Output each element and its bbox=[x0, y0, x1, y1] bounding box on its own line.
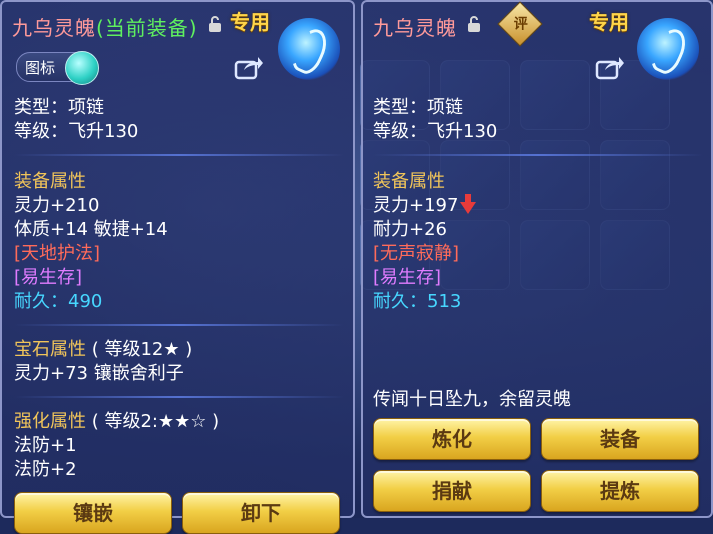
durability: 耐久：490 bbox=[14, 291, 103, 312]
equip-attr-header: 装备属性 bbox=[373, 171, 445, 192]
item-name: 九乌灵魄 bbox=[373, 16, 457, 40]
gem-attr-row: 宝石属性 ( 等级12★ ) bbox=[14, 338, 192, 362]
inlay-button[interactable]: 镶嵌 bbox=[14, 492, 172, 534]
divider bbox=[14, 154, 344, 156]
special-label: 专用 bbox=[230, 10, 270, 34]
share-icon[interactable] bbox=[234, 54, 264, 80]
icon-toggle[interactable]: 图标 bbox=[16, 51, 99, 85]
item-title: 九乌灵魄 bbox=[373, 12, 457, 41]
special-label: 专用 bbox=[589, 10, 629, 34]
gem-line: 灵力+73 镶嵌舍利子 bbox=[14, 363, 184, 384]
unequip-button[interactable]: 卸下 bbox=[182, 492, 340, 534]
divider bbox=[14, 396, 344, 398]
unlock-icon bbox=[209, 16, 221, 32]
equipped-tag: (当前装备) bbox=[96, 16, 198, 40]
equipped-item-tooltip: 九乌灵魄(当前装备) 专用 图标 类型：项链 等级：飞升130 装备属性 灵力+… bbox=[0, 0, 355, 534]
extract-button[interactable]: 提炼 bbox=[541, 470, 699, 512]
special-skill: [易生存] bbox=[373, 267, 442, 288]
special-effect: [无声寂静] bbox=[373, 243, 460, 264]
enhance-header: 强化属性 bbox=[14, 411, 86, 432]
enhance-level: ( 等级2:★★☆ ) bbox=[91, 411, 220, 432]
item-type: 类型：项链 bbox=[373, 97, 463, 118]
special-skill: [易生存] bbox=[14, 267, 83, 288]
unlock-icon bbox=[468, 16, 480, 32]
item-level: 等级：飞升130 bbox=[373, 121, 498, 142]
refine-button[interactable]: 炼化 bbox=[373, 418, 531, 460]
decrease-arrow-icon bbox=[460, 194, 477, 214]
gem-header: 宝石属性 bbox=[14, 339, 86, 360]
stat-spirit-row: 灵力+197 bbox=[373, 194, 477, 218]
divider bbox=[373, 154, 703, 156]
equip-button[interactable]: 装备 bbox=[541, 418, 699, 460]
stat-con-agi: 体质+14 敏捷+14 bbox=[14, 219, 168, 240]
item-emblem-icon bbox=[278, 18, 340, 80]
donate-button[interactable]: 捐献 bbox=[373, 470, 531, 512]
stat-endurance: 耐力+26 bbox=[373, 219, 447, 240]
item-name: 九乌灵魄 bbox=[12, 16, 96, 40]
share-icon[interactable] bbox=[595, 54, 625, 80]
compare-item-tooltip: 九乌灵魄 专用 类型：项链 等级：飞升130 装备属性 灵力+197 耐力+26… bbox=[361, 0, 713, 518]
rating-label: 评 bbox=[513, 16, 528, 33]
enhance-line-2: 法防+2 bbox=[14, 459, 77, 480]
flavor-text: 传闻十日坠九，余留灵魄 bbox=[373, 389, 571, 410]
icon-toggle-label: 图标 bbox=[25, 59, 56, 77]
item-level: 等级：飞升130 bbox=[14, 121, 139, 142]
item-type: 类型：项链 bbox=[14, 97, 104, 118]
enhance-line-1: 法防+1 bbox=[14, 435, 77, 456]
durability: 耐久：513 bbox=[373, 291, 462, 312]
toggle-knob[interactable] bbox=[65, 51, 99, 85]
enhance-attr-row: 强化属性 ( 等级2:★★☆ ) bbox=[14, 410, 219, 434]
item-emblem-icon bbox=[637, 18, 699, 80]
gem-level: ( 等级12★ ) bbox=[91, 339, 193, 360]
special-effect: [天地护法] bbox=[14, 243, 101, 264]
stat-spirit: 灵力+210 bbox=[14, 195, 100, 216]
equip-attr-header: 装备属性 bbox=[14, 171, 86, 192]
stat-spirit: 灵力+197 bbox=[373, 195, 459, 216]
divider bbox=[14, 324, 344, 326]
item-title: 九乌灵魄(当前装备) bbox=[12, 12, 198, 41]
